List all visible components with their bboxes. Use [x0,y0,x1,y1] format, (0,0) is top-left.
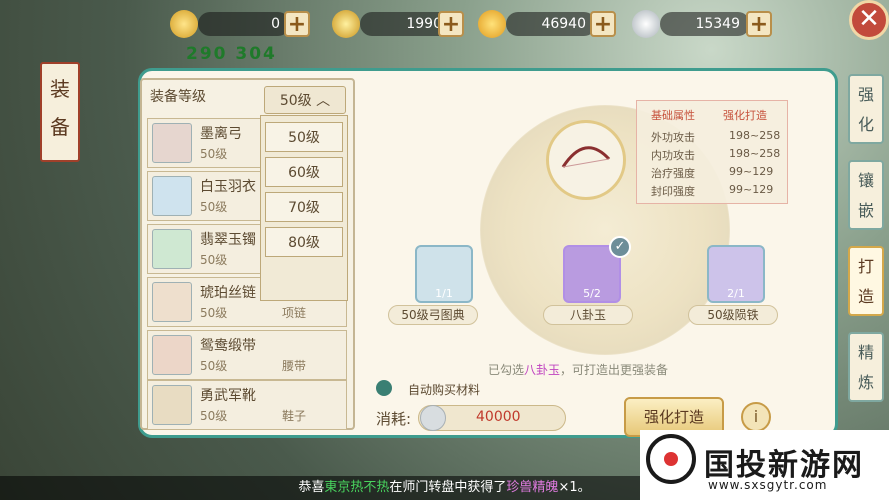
auto-buy-label: 自动购买材料 [408,383,481,397]
ticker-middle: 在师门转盘中获得了 [389,480,507,495]
gold-coin-icon [478,10,506,38]
ticker-player: 東京热不热 [324,480,390,495]
checkmark-icon[interactable]: ✓ [609,236,631,258]
material-label: 50级陨铁 [688,305,778,325]
stat-value: 198~258 [729,129,781,142]
target-item-slot[interactable] [546,120,626,200]
material-label: 八卦玉 [543,305,633,325]
item-level: 50级 [200,253,228,267]
stats-header-base: 基础属性 [651,109,695,122]
level-option[interactable]: 80级 [265,227,343,257]
level-dropdown: 50级 60级 70级 80级 [260,115,348,301]
info-icon[interactable]: i [741,402,771,432]
stats-header-forge: 强化打造 [723,109,767,122]
add-coins-button[interactable]: + [438,11,464,37]
resource-value-gold: 46940 [506,12,596,36]
close-button[interactable]: ✕ [849,0,889,40]
tab-forge[interactable]: 打造 [848,246,884,316]
stat-value: 99~129 [729,165,774,178]
item-level: 50级 [200,359,228,373]
item-type: 鞋子 [282,409,307,423]
tab-label: 镶嵌 [857,171,874,220]
necklace-icon [152,282,192,322]
item-level: 50级 [200,200,228,214]
level-option[interactable]: 70级 [265,192,343,222]
belt-icon [152,335,192,375]
material-count: 1/1 [435,287,453,300]
item-name: 墨离弓 [200,126,242,142]
bracelet-icon [152,229,192,269]
tab-refine[interactable]: 精炼 [848,332,884,402]
level-select[interactable]: 50级 ︿ [264,86,346,114]
ticker-item: 珍兽精魄 [506,480,559,495]
bow-icon [561,146,611,168]
list-item[interactable]: 勇武军靴 50级 鞋子 [147,380,347,430]
resource-bar: 0 + 1990 + 46940 + 15349 + [160,8,800,42]
item-name: 白玉羽衣 [200,179,256,195]
item-type: 项链 [282,306,307,320]
notice-suffix: ，可打造出更强装备 [560,363,669,377]
item-name: 鸳鸯缎带 [200,338,256,354]
notice-prefix: 已勾选 [488,363,525,377]
material-slot-iron[interactable]: 2/1 [707,245,765,303]
material-label: 50级弓图典 [388,305,478,325]
gold-coins-icon [332,10,360,38]
level-option[interactable]: 50级 [265,122,343,152]
tab-label: 打造 [857,257,874,306]
item-level: 50级 [200,147,228,161]
watermark-url: www.sxsgytr.com [708,478,828,492]
robe-icon [152,176,192,216]
gold-ingot-icon [170,10,198,38]
item-level: 50级 [200,306,228,320]
tab-inlay[interactable]: 镶嵌 [848,160,884,230]
level-option[interactable]: 60级 [265,157,343,187]
material-count: 2/1 [727,287,745,300]
watermark-logo-dot [664,452,678,466]
tab-label: 强化 [857,85,874,134]
stat-value: 99~129 [729,183,774,196]
level-select-value: 50级 [279,93,312,109]
item-name: 翡翠玉镯 [200,232,256,248]
tab-enhance[interactable]: 强化 [848,74,884,144]
forge-notice: 已勾选八卦玉，可打造出更强装备 [488,361,668,378]
notice-highlight: 八卦玉 [524,363,561,377]
cost-label: 消耗: [376,410,412,428]
tab-label: 精炼 [857,343,874,392]
silver-coin-icon [632,10,660,38]
bow-icon [152,123,192,163]
ticker-prefix: 恭喜 [298,480,325,495]
stat-name: 封印强度 [651,185,695,198]
add-silver-button[interactable]: + [746,11,772,37]
material-count: 5/2 [583,287,601,300]
material-slot-scroll[interactable]: 1/1 [415,245,473,303]
item-name: 琥珀丝链 [200,285,256,301]
item-level: 50级 [200,409,228,423]
resource-value-silver: 15349 [660,12,750,36]
chevron-up-icon: ︿ [316,93,331,109]
add-gold-button[interactable]: + [590,11,616,37]
floating-damage-numbers: 290 304 [186,44,277,64]
stat-name: 外功攻击 [651,131,695,144]
cost-value: 40000 [476,409,521,425]
stat-value: 198~258 [729,147,781,160]
ticker-suffix: ×1。 [558,480,591,495]
silver-coin-icon [420,405,446,431]
stats-panel: 基础属性 强化打造 外功攻击 198~258 内功攻击 198~258 治疗强度… [636,100,788,204]
boots-icon [152,385,192,425]
stat-name: 治疗强度 [651,167,695,180]
add-ingot-button[interactable]: + [284,11,310,37]
tab-equipment[interactable]: 装备 [40,62,80,162]
resource-value-ingot: 0 [198,12,290,36]
item-name: 勇武军靴 [200,388,256,404]
list-item[interactable]: 鸳鸯缎带 50级 腰带 [147,330,347,380]
item-type: 腰带 [282,359,307,373]
stat-name: 内功攻击 [651,149,695,162]
tab-equipment-label: 装备 [50,77,70,139]
auto-buy-toggle[interactable] [376,380,392,396]
